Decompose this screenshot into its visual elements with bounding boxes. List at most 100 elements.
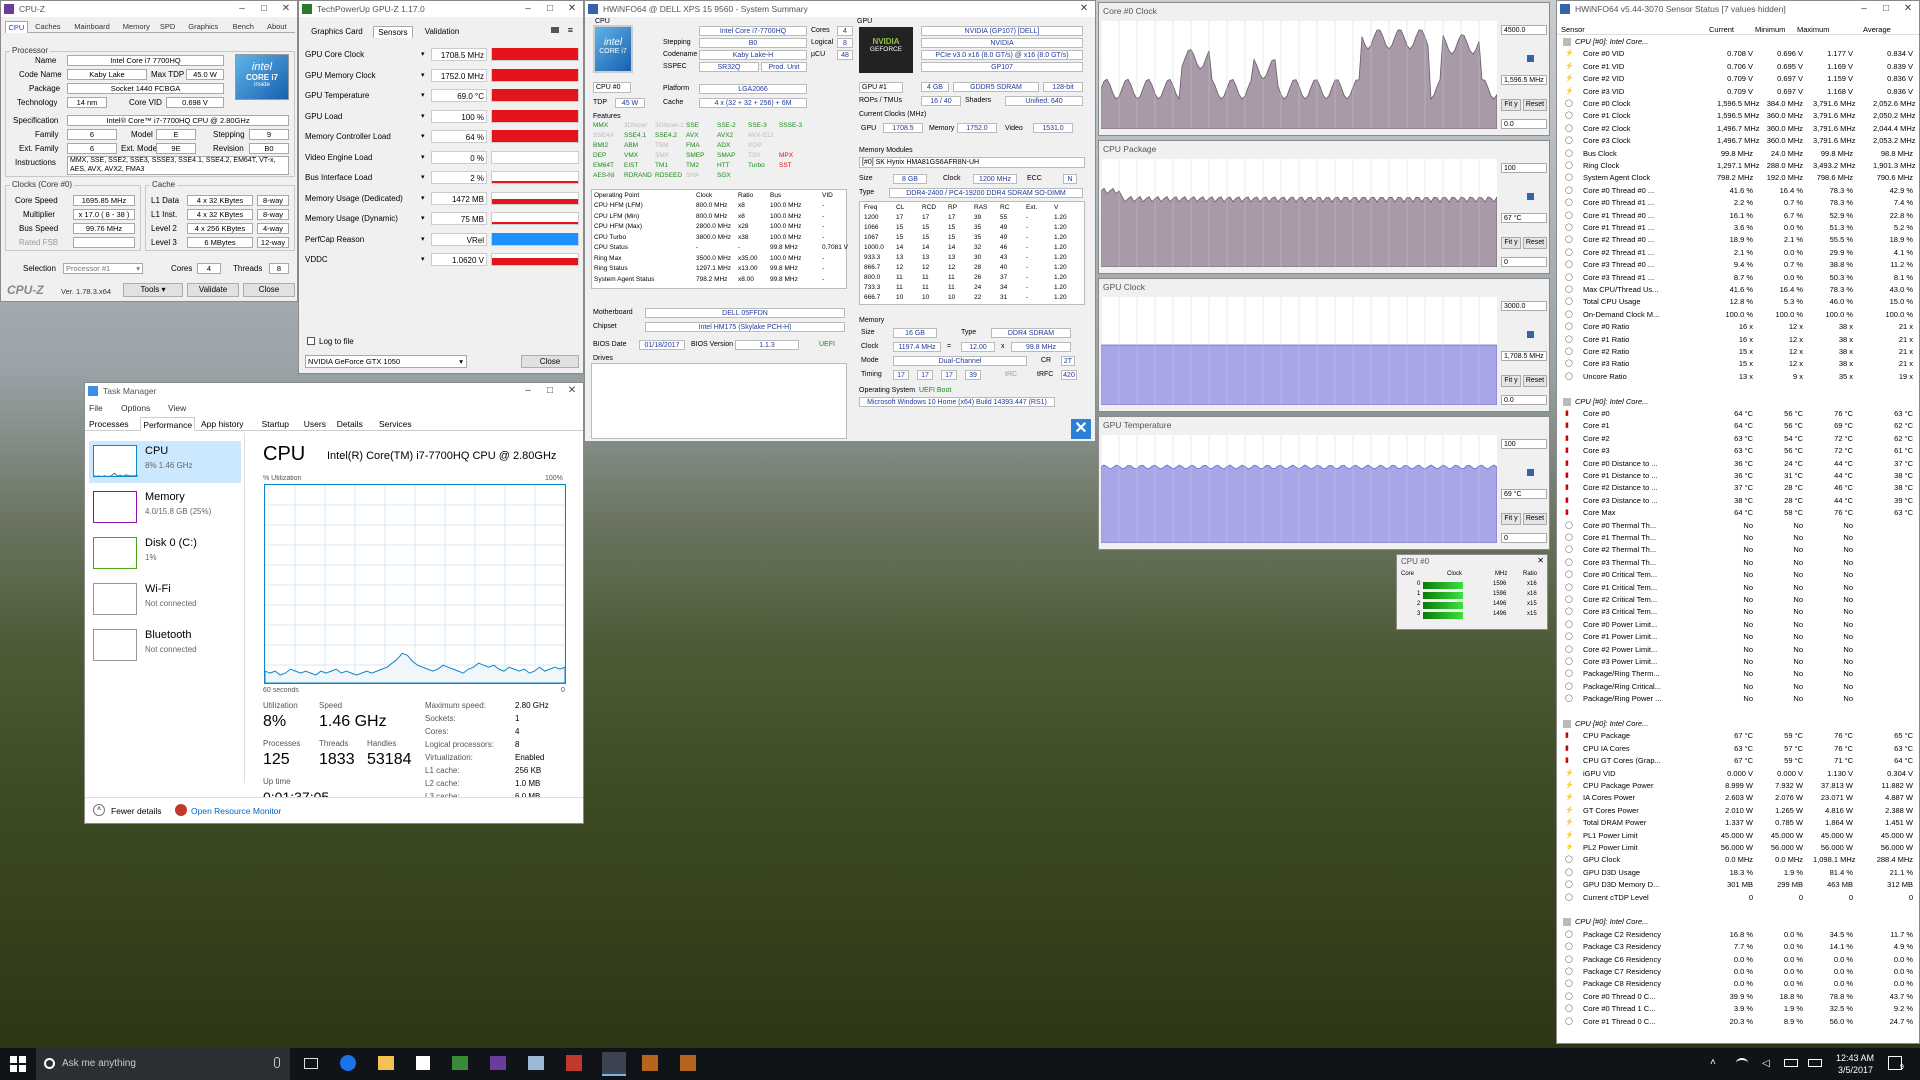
- gpuz-close-button[interactable]: Close: [521, 355, 579, 368]
- task-manager-window[interactable]: Task Manager – □ ✕ File Options View Process…: [84, 382, 584, 824]
- menu-view[interactable]: View: [168, 403, 186, 413]
- sensor-group-header[interactable]: CPU [#0]: Intel Core...: [1557, 396, 1919, 408]
- chevron-down-icon[interactable]: ▾: [421, 194, 425, 202]
- sensor-row[interactable]: ◯ Core #1 Clock 1,596.5 MHz 360.0 MHz 3,791.…: [1557, 110, 1919, 122]
- graph-min-field[interactable]: 0.0: [1501, 119, 1547, 129]
- tab-app-history[interactable]: App history: [201, 417, 244, 431]
- hwinfo-sensor-window[interactable]: HWiNFO64 v5.44-3070 Sensor Status [7 val…: [1556, 0, 1920, 1044]
- sensor-group-header[interactable]: CPU [#0]: Intel Core...: [1557, 36, 1919, 48]
- fit-y-button[interactable]: Fit y: [1501, 237, 1521, 249]
- store-icon[interactable]: [416, 1056, 430, 1070]
- sensor-row[interactable]: ▮ Core #0 Distance to ... 36 °C 24 °C 44 °C 3…: [1557, 458, 1919, 470]
- cpu-core-clock-window[interactable]: CPU #0 ✕ Core Clock MHz Ratio 0 1596 x16 1 1596 x16…: [1396, 554, 1548, 630]
- sensor-row[interactable]: ▮ Core #2 Distance to ... 37 °C 28 °C 46 °C 3…: [1557, 482, 1919, 494]
- game-v-taskbar-icon[interactable]: [642, 1055, 658, 1071]
- memory-module-dropdown[interactable]: [#0] SK Hynix HMA81GS6AFR8N-UH: [859, 157, 1085, 168]
- windows-start-icon[interactable]: [10, 1056, 26, 1072]
- gpu-select-dropdown[interactable]: GPU #1: [859, 82, 903, 93]
- close-icon[interactable]: ✕: [1897, 1, 1919, 17]
- close-button[interactable]: Close: [243, 283, 295, 297]
- sensor-row[interactable]: ◯ Ring Clock 1,297.1 MHz 288.0 MHz 3,493.2 M…: [1557, 160, 1919, 172]
- sensor-row[interactable]: ◯ Bus Clock 99.8 MHz 24.0 MHz 99.8 MHz 98.8 M…: [1557, 148, 1919, 160]
- sidebar-item-wi-fi[interactable]: Wi-Fi Not connected: [89, 579, 241, 621]
- volume-icon[interactable]: ◁: [1762, 1058, 1770, 1069]
- tab-cpu[interactable]: CPU: [5, 21, 28, 33]
- graph-window-gpu-temperature[interactable]: GPU Temperature 100 69 °C Fit y Reset 0: [1098, 416, 1550, 550]
- cpu-select-dropdown[interactable]: CPU #0: [593, 82, 631, 93]
- network-icon[interactable]: [1736, 1058, 1748, 1068]
- minimize-icon[interactable]: –: [517, 1, 539, 17]
- reset-button[interactable]: Reset: [1523, 237, 1547, 249]
- open-resource-monitor-link[interactable]: Open Resource Monitor: [191, 806, 281, 816]
- sensor-row[interactable]: ▮ Core #0 64 °C 56 °C 76 °C 63 °C: [1557, 408, 1919, 420]
- sensor-row[interactable]: ◯ Core #1 Critical Tem... No No No: [1557, 582, 1919, 594]
- sensor-row[interactable]: ▮ CPU Package 67 °C 59 °C 76 °C 65 °C: [1557, 730, 1919, 742]
- graph-max-field[interactable]: 4500.0: [1501, 25, 1547, 35]
- sensor-row[interactable]: ▮ CPU IA Cores 63 °C 57 °C 76 °C 63 °C: [1557, 743, 1919, 755]
- taskmgr-title-bar[interactable]: Task Manager – □ ✕: [85, 383, 583, 399]
- graph-window-core-0-clock[interactable]: Core #0 Clock 4500.0 1,596.5 MHz Fit y Reset…: [1098, 2, 1550, 136]
- validate-button[interactable]: Validate: [187, 283, 239, 297]
- sensor-row[interactable]: ◯ Core #0 Thermal Th... No No No: [1557, 520, 1919, 532]
- selection-dropdown[interactable]: Processor #1 ▾: [63, 263, 143, 274]
- cpuz-title-bar[interactable]: CPU-Z – □ ✕: [1, 1, 297, 17]
- game-v2-taskbar-icon[interactable]: [680, 1055, 696, 1071]
- chevron-down-icon[interactable]: ▾: [421, 71, 425, 79]
- sensor-row[interactable]: ◯ Core #3 Critical Tem... No No No: [1557, 606, 1919, 618]
- tab-details[interactable]: Details: [337, 417, 363, 431]
- chevron-down-icon[interactable]: ▾: [421, 214, 425, 222]
- graph-max-field[interactable]: 100: [1501, 163, 1547, 173]
- graph-min-field[interactable]: 0: [1501, 257, 1547, 267]
- chevron-up-icon[interactable]: ˄: [1710, 1057, 1716, 1068]
- sensor-row[interactable]: ▮ Core #1 64 °C 56 °C 69 °C 62 °C: [1557, 420, 1919, 432]
- sidebar-item-bluetooth[interactable]: Bluetooth Not connected: [89, 625, 241, 667]
- sensor-row[interactable]: ◯ Package C3 Residency 7.7 % 0.0 % 14.1 % 4.9…: [1557, 941, 1919, 953]
- minimize-icon[interactable]: –: [1853, 1, 1875, 17]
- sensor-row[interactable]: ⚡ Core #1 VID 0.706 V 0.695 V 1.169 V 0.839 V: [1557, 61, 1919, 73]
- tab-graphics-card[interactable]: Graphics Card: [303, 26, 371, 38]
- sensor-row[interactable]: ◯ Core #2 Thread #1 ... 2.1 % 0.0 % 29.9 % 4.…: [1557, 247, 1919, 259]
- search-box[interactable]: Ask me anything: [36, 1048, 290, 1080]
- sensor-col-minimum[interactable]: Minimum: [1755, 25, 1785, 34]
- sidebar-item-cpu[interactable]: CPU 8% 1.46 GHz: [89, 441, 241, 483]
- sensor-col-average[interactable]: Average: [1863, 25, 1891, 34]
- sensor-row[interactable]: ▮ Core #3 Distance to ... 38 °C 28 °C 44 °C 3…: [1557, 495, 1919, 507]
- keyboard-icon[interactable]: [1808, 1059, 1822, 1067]
- sensor-row[interactable]: ⚡ PL1 Power Limit 45.000 W 45.000 W 45.000 W…: [1557, 830, 1919, 842]
- tab-spd[interactable]: SPD: [156, 21, 179, 33]
- sensor-row[interactable]: ◯ Core #3 Thread #0 ... 9.4 % 0.7 % 38.8 % 11…: [1557, 259, 1919, 271]
- sensor-row[interactable]: ◯ Core #2 Clock 1,496.7 MHz 360.0 MHz 3,791.…: [1557, 123, 1919, 135]
- device-dropdown[interactable]: NVIDIA GeForce GTX 1050 ▾: [305, 355, 467, 368]
- sensor-row[interactable]: ◯ Core #3 Clock 1,496.7 MHz 360.0 MHz 3,791.…: [1557, 135, 1919, 147]
- reset-button[interactable]: Reset: [1523, 99, 1547, 111]
- tab-users[interactable]: Users: [304, 417, 326, 431]
- maximize-icon[interactable]: □: [1875, 1, 1897, 17]
- fit-y-button[interactable]: Fit y: [1501, 375, 1521, 387]
- sensor-row[interactable]: ◯ Package C8 Residency 0.0 % 0.0 % 0.0 % 0.0 …: [1557, 978, 1919, 990]
- sensor-col-maximum[interactable]: Maximum: [1797, 25, 1830, 34]
- sensor-row[interactable]: ▮ Core #2 63 °C 54 °C 72 °C 62 °C: [1557, 433, 1919, 445]
- sensor-row[interactable]: ▮ Core Max 64 °C 58 °C 76 °C 63 °C: [1557, 507, 1919, 519]
- sensor-group-header[interactable]: CPU [#0]: Intel Core...: [1557, 718, 1919, 730]
- menu-file[interactable]: File: [89, 403, 103, 413]
- edge-icon[interactable]: [340, 1055, 356, 1071]
- graph-max-field[interactable]: 3000.0: [1501, 301, 1547, 311]
- clock-date[interactable]: 3/5/2017: [1838, 1065, 1873, 1075]
- sensor-row[interactable]: ▮ Core #1 Distance to ... 36 °C 31 °C 44 °C 3…: [1557, 470, 1919, 482]
- close-x-icon[interactable]: ✕: [1071, 419, 1091, 439]
- graph-min-field[interactable]: 0.0: [1501, 395, 1547, 405]
- sensor-row[interactable]: ⚡ iGPU VID 0.000 V 0.000 V 1.130 V 0.304 V: [1557, 768, 1919, 780]
- sensor-title-bar[interactable]: HWiNFO64 v5.44-3070 Sensor Status [7 val…: [1557, 1, 1919, 17]
- menu-icon[interactable]: ≡: [568, 25, 573, 35]
- techpowerup-taskbar-icon[interactable]: [566, 1055, 582, 1071]
- gpuz-title-bar[interactable]: TechPowerUp GPU-Z 1.17.0 – □ ✕: [299, 1, 583, 17]
- sensor-row[interactable]: ◯ Package/Ring Therm... No No No: [1557, 668, 1919, 680]
- close-icon[interactable]: ✕: [561, 1, 583, 17]
- sensor-row[interactable]: ◯ Core #0 Critical Tem... No No No: [1557, 569, 1919, 581]
- chevron-down-icon[interactable]: ▾: [421, 235, 425, 243]
- sensor-row[interactable]: ◯ Package C2 Residency 16.8 % 0.0 % 34.5 % 11…: [1557, 929, 1919, 941]
- sensor-row[interactable]: ⚡ Core #3 VID 0.709 V 0.697 V 1.168 V 0.836 V: [1557, 86, 1919, 98]
- chevron-down-icon[interactable]: ▾: [421, 173, 425, 181]
- tools-button[interactable]: Tools ▾: [123, 283, 183, 297]
- file-explorer-icon[interactable]: [378, 1056, 394, 1070]
